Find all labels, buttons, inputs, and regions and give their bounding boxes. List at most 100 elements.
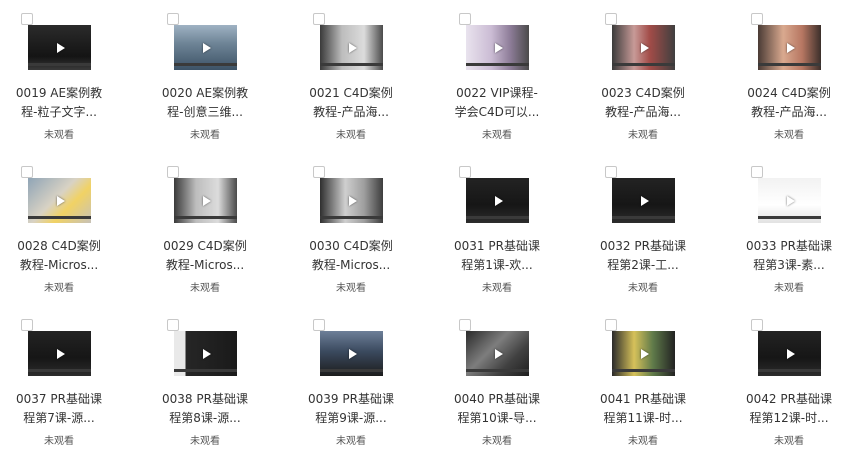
select-checkbox[interactable] bbox=[21, 166, 33, 178]
video-item[interactable]: 0038 PR基础课 程第8课-源... 未观看 bbox=[146, 306, 292, 456]
play-icon[interactable] bbox=[640, 348, 649, 359]
video-thumbnail[interactable] bbox=[758, 25, 821, 70]
play-icon[interactable] bbox=[202, 195, 211, 206]
video-thumbnail[interactable] bbox=[612, 178, 675, 223]
select-checkbox[interactable] bbox=[751, 166, 763, 178]
video-title[interactable]: 0022 VIP课程- 学会C4D可以... bbox=[438, 84, 556, 122]
video-thumbnail[interactable] bbox=[612, 25, 675, 70]
video-thumbnail[interactable] bbox=[28, 178, 91, 223]
video-item[interactable]: 0023 C4D案例 教程-产品海... 未观看 bbox=[584, 0, 730, 150]
video-item[interactable]: 0031 PR基础课 程第1课-欢... 未观看 bbox=[438, 153, 584, 303]
video-title[interactable]: 0032 PR基础课 程第2课-工... bbox=[584, 237, 702, 275]
video-title[interactable]: 0019 AE案例教 程-粒子文字... bbox=[0, 84, 118, 122]
video-title-line2: 教程-Micros... bbox=[165, 258, 245, 272]
play-icon[interactable] bbox=[786, 42, 795, 53]
video-thumbnail[interactable] bbox=[466, 178, 529, 223]
thumbnail-timeline bbox=[320, 216, 383, 219]
video-title[interactable]: 0040 PR基础课 程第10课-导... bbox=[438, 390, 556, 428]
play-icon[interactable] bbox=[56, 195, 65, 206]
play-icon[interactable] bbox=[348, 348, 357, 359]
select-checkbox[interactable] bbox=[313, 166, 325, 178]
video-item[interactable]: 0033 PR基础课 程第3课-素... 未观看 bbox=[730, 153, 848, 303]
video-title[interactable]: 0041 PR基础课 程第11课-时... bbox=[584, 390, 702, 428]
video-title[interactable]: 0023 C4D案例 教程-产品海... bbox=[584, 84, 702, 122]
select-checkbox[interactable] bbox=[167, 13, 179, 25]
video-title-line2: 程第8课-源... bbox=[169, 411, 241, 425]
play-icon[interactable] bbox=[202, 42, 211, 53]
select-checkbox[interactable] bbox=[167, 319, 179, 331]
select-checkbox[interactable] bbox=[313, 319, 325, 331]
select-checkbox[interactable] bbox=[751, 319, 763, 331]
video-title[interactable]: 0024 C4D案例 教程-产品海... bbox=[730, 84, 848, 122]
video-title-line2: 程第3课-素... bbox=[753, 258, 825, 272]
video-title-line1: 0041 PR基础课 bbox=[600, 392, 686, 406]
video-thumbnail[interactable] bbox=[28, 331, 91, 376]
select-checkbox[interactable] bbox=[459, 319, 471, 331]
video-item[interactable]: 0041 PR基础课 程第11课-时... 未观看 bbox=[584, 306, 730, 456]
video-thumbnail[interactable] bbox=[320, 25, 383, 70]
video-title[interactable]: 0028 C4D案例 教程-Micros... bbox=[0, 237, 118, 275]
video-title[interactable]: 0031 PR基础课 程第1课-欢... bbox=[438, 237, 556, 275]
video-title[interactable]: 0042 PR基础课 程第12课-时... bbox=[730, 390, 848, 428]
video-item[interactable]: 0037 PR基础课 程第7课-源... 未观看 bbox=[0, 306, 146, 456]
video-title[interactable]: 0029 C4D案例 教程-Micros... bbox=[146, 237, 264, 275]
video-title[interactable]: 0037 PR基础课 程第7课-源... bbox=[0, 390, 118, 428]
play-icon[interactable] bbox=[56, 348, 65, 359]
video-title[interactable]: 0038 PR基础课 程第8课-源... bbox=[146, 390, 264, 428]
select-checkbox[interactable] bbox=[605, 166, 617, 178]
video-item[interactable]: 0022 VIP课程- 学会C4D可以... 未观看 bbox=[438, 0, 584, 150]
play-icon[interactable] bbox=[640, 195, 649, 206]
video-title[interactable]: 0030 C4D案例 教程-Micros... bbox=[292, 237, 410, 275]
watch-status: 未观看 bbox=[628, 130, 658, 141]
select-checkbox[interactable] bbox=[21, 319, 33, 331]
select-checkbox[interactable] bbox=[313, 13, 325, 25]
video-title[interactable]: 0039 PR基础课 程第9课-源... bbox=[292, 390, 410, 428]
video-item[interactable]: 0020 AE案例教 程-创意三维... 未观看 bbox=[146, 0, 292, 150]
watch-status: 未观看 bbox=[628, 283, 658, 294]
video-item[interactable]: 0032 PR基础课 程第2课-工... 未观看 bbox=[584, 153, 730, 303]
video-thumbnail[interactable] bbox=[320, 331, 383, 376]
play-icon[interactable] bbox=[640, 42, 649, 53]
video-title[interactable]: 0033 PR基础课 程第3课-素... bbox=[730, 237, 848, 275]
video-thumbnail[interactable] bbox=[28, 25, 91, 70]
play-icon[interactable] bbox=[786, 348, 795, 359]
video-thumbnail[interactable] bbox=[758, 331, 821, 376]
video-item[interactable]: 0040 PR基础课 程第10课-导... 未观看 bbox=[438, 306, 584, 456]
play-icon[interactable] bbox=[494, 348, 503, 359]
select-checkbox[interactable] bbox=[605, 319, 617, 331]
video-thumbnail[interactable] bbox=[466, 25, 529, 70]
select-checkbox[interactable] bbox=[605, 13, 617, 25]
play-icon[interactable] bbox=[202, 348, 211, 359]
video-item[interactable]: 0030 C4D案例 教程-Micros... 未观看 bbox=[292, 153, 438, 303]
play-icon[interactable] bbox=[348, 42, 357, 53]
video-title-line2: 学会C4D可以... bbox=[454, 105, 540, 119]
video-item[interactable]: 0021 C4D案例 教程-产品海... 未观看 bbox=[292, 0, 438, 150]
video-item[interactable]: 0039 PR基础课 程第9课-源... 未观看 bbox=[292, 306, 438, 456]
video-thumbnail[interactable] bbox=[466, 331, 529, 376]
play-icon[interactable] bbox=[786, 195, 795, 206]
video-thumbnail[interactable] bbox=[758, 178, 821, 223]
select-checkbox[interactable] bbox=[751, 13, 763, 25]
video-item[interactable]: 0029 C4D案例 教程-Micros... 未观看 bbox=[146, 153, 292, 303]
video-thumbnail[interactable] bbox=[174, 331, 237, 376]
video-item[interactable]: 0042 PR基础课 程第12课-时... 未观看 bbox=[730, 306, 848, 456]
select-checkbox[interactable] bbox=[167, 166, 179, 178]
play-icon[interactable] bbox=[494, 195, 503, 206]
play-icon[interactable] bbox=[494, 42, 503, 53]
thumbnail-timeline bbox=[466, 216, 529, 219]
video-thumbnail[interactable] bbox=[320, 178, 383, 223]
video-title-line1: 0033 PR基础课 bbox=[746, 239, 832, 253]
select-checkbox[interactable] bbox=[21, 13, 33, 25]
video-title[interactable]: 0021 C4D案例 教程-产品海... bbox=[292, 84, 410, 122]
video-item[interactable]: 0019 AE案例教 程-粒子文字... 未观看 bbox=[0, 0, 146, 150]
video-thumbnail[interactable] bbox=[612, 331, 675, 376]
video-title[interactable]: 0020 AE案例教 程-创意三维... bbox=[146, 84, 264, 122]
select-checkbox[interactable] bbox=[459, 166, 471, 178]
play-icon[interactable] bbox=[56, 42, 65, 53]
play-icon[interactable] bbox=[348, 195, 357, 206]
select-checkbox[interactable] bbox=[459, 13, 471, 25]
video-thumbnail[interactable] bbox=[174, 25, 237, 70]
video-item[interactable]: 0028 C4D案例 教程-Micros... 未观看 bbox=[0, 153, 146, 303]
video-item[interactable]: 0024 C4D案例 教程-产品海... 未观看 bbox=[730, 0, 848, 150]
video-thumbnail[interactable] bbox=[174, 178, 237, 223]
